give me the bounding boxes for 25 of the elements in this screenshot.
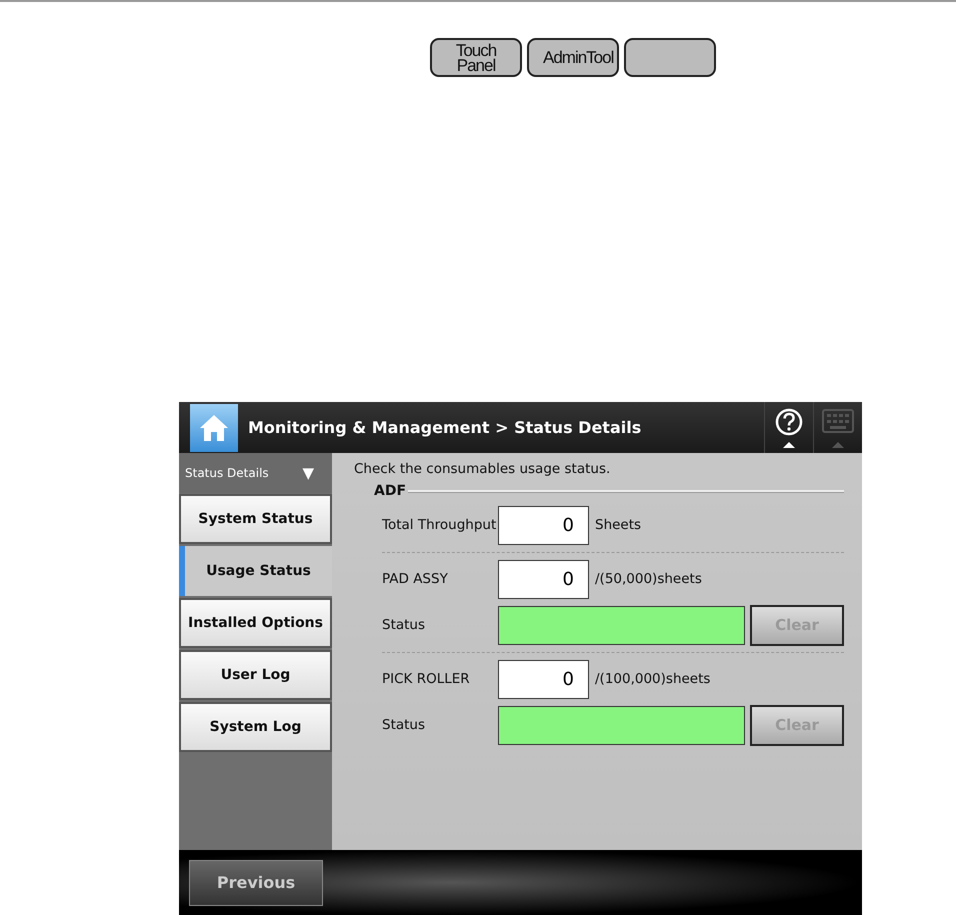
counter-field: 0 (498, 560, 589, 598)
sidebar-item[interactable]: System Log (179, 702, 332, 752)
previous-button[interactable]: Previous (189, 860, 323, 906)
toolbar-button[interactable]: Touch Panel (430, 38, 522, 77)
sidebar-item[interactable]: User Log (179, 650, 332, 700)
menu-dropdown[interactable]: Status Details ▼ (179, 453, 332, 493)
field-label: Status (382, 717, 426, 733)
description-text: Check the consumables usage status. (354, 461, 612, 477)
section-heading: ADF (374, 483, 406, 499)
field-label: PAD ASSY (382, 571, 449, 587)
unit-label: /(100,000)sheets (595, 671, 710, 687)
field-label: Total Throughput (382, 517, 498, 533)
sidebar-item[interactable]: Installed Options (179, 598, 332, 648)
sidebar-item[interactable]: Usage Status (179, 546, 332, 596)
field-label: Status (382, 617, 426, 633)
screen-title: Monitoring & Management > Status Details (247, 418, 642, 437)
home-button[interactable] (190, 404, 238, 452)
counter-field: 0 (498, 506, 589, 544)
field-label: PICK ROLLER (382, 671, 471, 687)
toolbar-button[interactable]: AdminTool (527, 38, 619, 77)
counter-field: 0 (498, 660, 589, 698)
unit-label: /(50,000)sheets (595, 571, 702, 587)
sidebar-item[interactable]: System Status (179, 494, 332, 544)
blank-button[interactable] (624, 38, 716, 77)
unit-label: Sheets (595, 517, 642, 533)
